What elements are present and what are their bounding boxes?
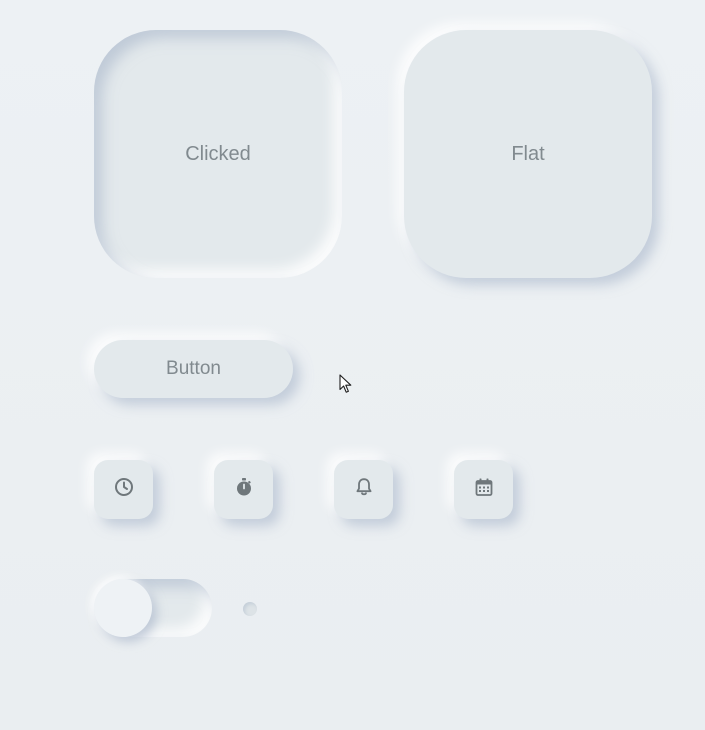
flat-card-label: Flat	[511, 142, 545, 165]
neumorphism-canvas: Clicked Flat Button	[0, 0, 705, 730]
stopwatch-icon	[234, 477, 254, 502]
clock-icon	[114, 477, 134, 502]
clock-button[interactable]	[94, 460, 153, 519]
toggle-indicator-dot	[243, 602, 257, 616]
calendar-button[interactable]	[454, 460, 513, 519]
toggle-knob[interactable]	[94, 579, 152, 637]
toggle-switch[interactable]	[94, 579, 212, 637]
bell-icon	[354, 477, 374, 502]
clicked-card[interactable]: Clicked	[94, 30, 342, 278]
clicked-card-label: Clicked	[185, 142, 251, 165]
bell-button[interactable]	[334, 460, 393, 519]
pill-button-label: Button	[166, 358, 221, 379]
calendar-icon	[474, 477, 494, 502]
pill-button[interactable]: Button	[94, 340, 293, 398]
mouse-pointer-icon	[339, 374, 352, 393]
flat-card[interactable]: Flat	[404, 30, 652, 278]
stopwatch-button[interactable]	[214, 460, 273, 519]
